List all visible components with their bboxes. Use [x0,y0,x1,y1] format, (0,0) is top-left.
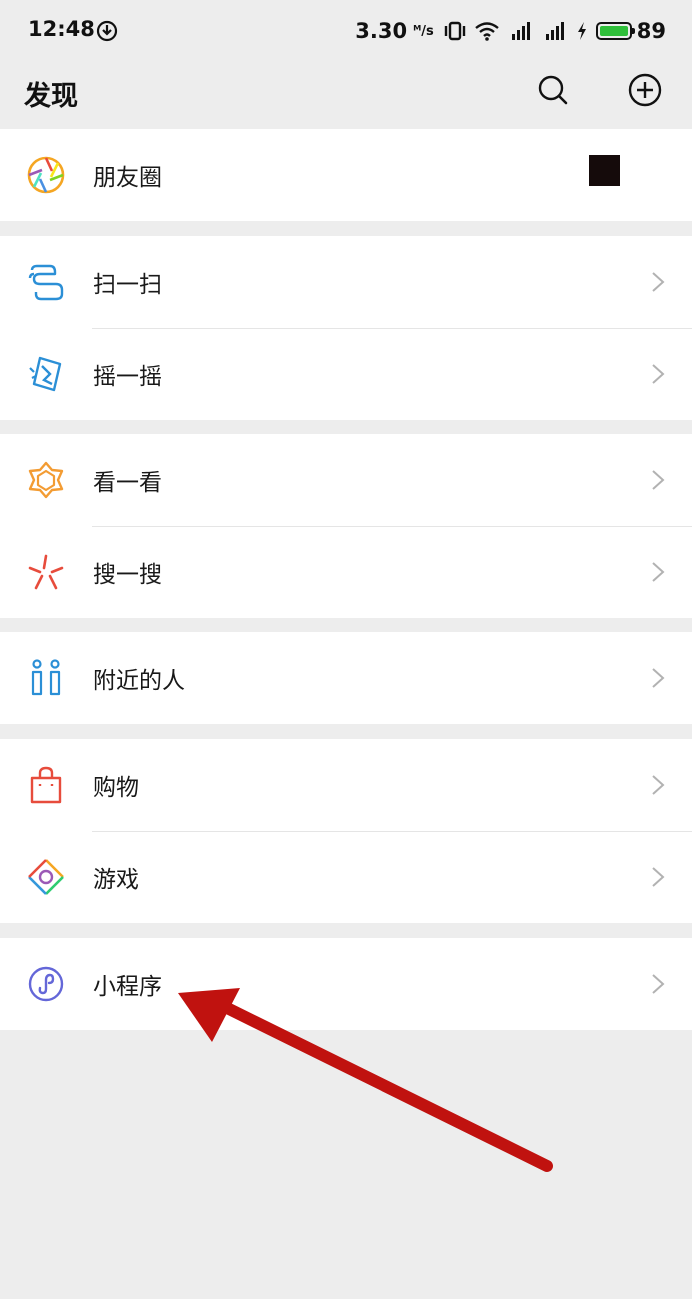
menu-item-people-nearby[interactable]: 附近的人 [0,632,692,724]
wifi-icon [475,22,499,41]
menu-item-label: 搜一搜 [93,562,162,588]
people-nearby-icon [26,658,66,698]
menu-item-mini-programs[interactable]: 小程序 [0,938,692,1030]
group-scan-shake: 扫一扫 摇一摇 [0,236,692,420]
group-stories-search: 看一看 搜一搜 [0,434,692,618]
menu-item-label: 看一看 [93,470,162,496]
menu-item-label: 扫一扫 [93,272,162,298]
menu-item-label: 附近的人 [93,668,185,694]
chevron-right-icon [652,668,665,688]
chevron-right-icon [652,470,665,490]
top-stories-icon [26,460,66,500]
group-nearby: 附近的人 [0,632,692,724]
signal-4g-1-icon [511,22,530,40]
battery-level: 89 [636,19,666,43]
shopping-bag-icon [26,765,66,805]
menu-item-search[interactable]: 搜一搜 [0,526,692,618]
chevron-right-icon [652,364,665,384]
page-title: 发现 [24,81,78,112]
chevron-right-icon [652,974,665,994]
battery-icon [595,22,635,40]
menu-item-games[interactable]: 游戏 [0,831,692,923]
shake-icon [26,354,66,394]
menu-item-scan[interactable]: 扫一扫 [0,236,692,328]
menu-item-label: 游戏 [93,867,139,893]
chevron-right-icon [652,562,665,582]
menu-item-label: 摇一摇 [93,364,162,390]
chevron-right-icon [652,272,665,292]
scan-icon [26,262,66,302]
group-shopping-games: 购物 游戏 [0,739,692,923]
menu-item-shake[interactable]: 摇一摇 [0,328,692,420]
chevron-right-icon [652,775,665,795]
network-speed: 3.30 [355,19,408,43]
menu-item-label: 购物 [93,775,139,801]
games-icon [26,857,66,897]
moments-thumbnail [589,155,620,186]
menu-item-top-stories[interactable]: 看一看 [0,434,692,526]
mini-programs-icon [26,964,66,1004]
battery-fill [599,26,628,36]
chevron-right-icon [652,867,665,887]
vibrate-icon [444,21,465,41]
search-icon[interactable] [533,70,573,110]
search-discover-icon [26,552,66,592]
group-mini-programs: 小程序 [0,938,692,1030]
header: 发现 [0,62,692,128]
status-bar: 12:48 3.30 ᴹ/s 89 [0,0,692,62]
signal-4g-2-icon [545,22,564,40]
menu-item-shopping[interactable]: 购物 [0,739,692,831]
status-right: 3.30 ᴹ/s 89 [355,17,666,45]
download-icon [96,20,118,42]
status-time: 12:48 [28,17,95,41]
charging-icon [577,22,586,40]
network-speed-unit: ᴹ/s [413,23,434,39]
moments-icon [26,155,66,195]
menu-item-label: 朋友圈 [93,165,162,191]
add-circle-icon[interactable] [625,70,665,110]
menu-item-label: 小程序 [93,974,162,1000]
